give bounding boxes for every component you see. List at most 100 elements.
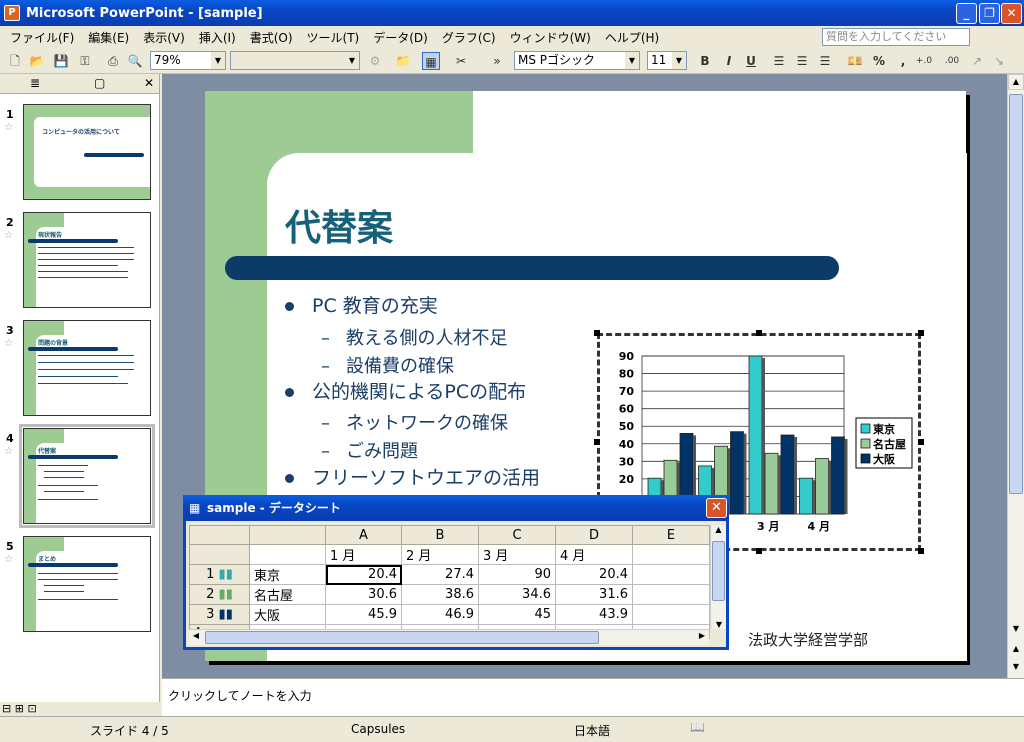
slide-thumbnail-3[interactable]: 問題の背景 bbox=[23, 320, 151, 416]
permission-icon[interactable]: ⚿ bbox=[76, 52, 94, 70]
bullet-2[interactable]: 公的機関によるPCの配布 bbox=[285, 377, 526, 404]
sub-bullet[interactable]: – ネットワークの確保 bbox=[321, 409, 508, 435]
cell[interactable]: 2 月 bbox=[401, 544, 479, 565]
cell[interactable] bbox=[632, 584, 710, 605]
row-header[interactable]: 3 ▮▮ bbox=[189, 604, 250, 625]
slide-title[interactable]: 代替案 bbox=[285, 199, 393, 251]
increase-decimal-button[interactable]: +.0 bbox=[912, 52, 936, 70]
resize-handle[interactable] bbox=[918, 548, 924, 554]
menu-view[interactable]: 表示(V) bbox=[136, 29, 192, 46]
menu-tools[interactable]: ツール(T) bbox=[300, 29, 367, 46]
menu-edit[interactable]: 編集(E) bbox=[81, 29, 136, 46]
cell[interactable] bbox=[632, 564, 710, 585]
align-left-icon[interactable]: ☰ bbox=[770, 52, 788, 70]
scroll-thumb[interactable] bbox=[205, 631, 599, 644]
sub-bullet[interactable]: – 教える側の人材不足 bbox=[321, 324, 507, 350]
cell[interactable]: 90 bbox=[478, 564, 556, 585]
row-header[interactable]: 1 ▮▮ bbox=[189, 564, 250, 585]
cut-icon[interactable]: ✂ bbox=[452, 52, 470, 70]
bullet-3[interactable]: フリーソフトウエアの活用 bbox=[285, 463, 540, 490]
zoom-combo[interactable]: 79% ▼ bbox=[150, 51, 226, 70]
sub-bullet[interactable]: – ごみ問題 bbox=[321, 437, 418, 463]
menu-file[interactable]: ファイル(F) bbox=[0, 29, 81, 46]
vertical-scrollbar[interactable]: ▲ ▼ ▲ ▼ bbox=[1007, 74, 1024, 678]
currency-icon[interactable]: 💴 bbox=[846, 52, 864, 70]
notes-pane[interactable]: クリックしてノートを入力 bbox=[162, 678, 1024, 716]
menu-window[interactable]: ウィンドウ(W) bbox=[503, 29, 598, 46]
resize-handle[interactable] bbox=[918, 439, 924, 445]
cell[interactable]: 30.6 bbox=[325, 584, 402, 605]
align-center-icon[interactable]: ☰ bbox=[793, 52, 811, 70]
comma-button[interactable]: , bbox=[894, 52, 912, 70]
scroll-thumb[interactable] bbox=[1009, 94, 1023, 494]
font-size-combo[interactable]: 11 ▼ bbox=[647, 51, 687, 70]
slide-thumbnail-5[interactable]: まとめ bbox=[23, 536, 151, 632]
underline-button[interactable]: U bbox=[742, 52, 760, 70]
normal-view-icon[interactable]: ⊟ bbox=[2, 702, 11, 715]
corner-cell[interactable] bbox=[189, 525, 250, 545]
sorter-view-icon[interactable]: ⊞ bbox=[15, 702, 24, 715]
cell[interactable]: 名古屋 bbox=[249, 584, 326, 605]
resize-handle[interactable] bbox=[756, 330, 762, 336]
cell[interactable]: 27.4 bbox=[401, 564, 479, 585]
close-button[interactable]: ✕ bbox=[1001, 3, 1022, 24]
align-right-icon[interactable]: ☰ bbox=[816, 52, 834, 70]
save-icon[interactable]: 💾 bbox=[52, 52, 70, 70]
scroll-down-icon[interactable]: ▼ bbox=[711, 620, 727, 629]
scroll-right-icon[interactable]: ▶ bbox=[695, 631, 709, 640]
minimize-button[interactable]: _ bbox=[956, 3, 977, 24]
import-file-icon[interactable]: 📁 bbox=[394, 52, 412, 70]
slides-tab-icon[interactable]: ▢ bbox=[94, 76, 105, 90]
resize-handle[interactable] bbox=[918, 330, 924, 336]
cell[interactable]: 3 月 bbox=[478, 544, 556, 565]
view-datasheet-icon[interactable]: ▦ bbox=[422, 52, 440, 70]
angle-text-icon[interactable]: ↗ bbox=[968, 52, 986, 70]
new-icon[interactable]: 🗋 bbox=[6, 52, 24, 70]
next-slide-icon[interactable]: ▼ bbox=[1008, 660, 1024, 676]
chart-object-icon[interactable]: ⚙ bbox=[366, 52, 384, 70]
datasheet-horizontal-scrollbar[interactable]: ◀ ▶ bbox=[189, 629, 709, 645]
outline-tab-icon[interactable]: ≣ bbox=[30, 76, 40, 90]
slide-thumbnail-4[interactable]: 代替案 bbox=[19, 424, 155, 528]
cell[interactable]: 34.6 bbox=[478, 584, 556, 605]
slideshow-icon[interactable]: ⊡ bbox=[27, 702, 36, 715]
print-preview-icon[interactable]: 🔍 bbox=[126, 52, 144, 70]
cell[interactable] bbox=[632, 544, 710, 565]
cell[interactable]: 45.9 bbox=[325, 604, 402, 625]
column-header[interactable]: C bbox=[478, 525, 556, 545]
cell[interactable] bbox=[249, 544, 326, 565]
open-icon[interactable]: 📂 bbox=[28, 52, 46, 70]
italic-button[interactable]: I bbox=[720, 52, 738, 70]
cell[interactable]: 20.4 bbox=[555, 564, 633, 585]
cell[interactable]: 38.6 bbox=[401, 584, 479, 605]
cell[interactable] bbox=[632, 604, 710, 625]
bullet-1[interactable]: PC 教育の充実 bbox=[285, 291, 438, 318]
menu-help[interactable]: ヘルプ(H) bbox=[598, 29, 666, 46]
menu-data[interactable]: データ(D) bbox=[366, 29, 435, 46]
object-combo[interactable]: ▼ bbox=[230, 51, 360, 70]
menu-insert[interactable]: 挿入(I) bbox=[192, 29, 243, 46]
scroll-down-icon[interactable]: ▼ bbox=[1008, 622, 1024, 638]
previous-slide-icon[interactable]: ▲ bbox=[1008, 642, 1024, 658]
cell[interactable]: 大阪 bbox=[249, 604, 326, 625]
column-header[interactable]: A bbox=[325, 525, 402, 545]
restore-button[interactable]: ❐ bbox=[979, 3, 1000, 24]
menu-format[interactable]: 書式(O) bbox=[243, 29, 300, 46]
cell[interactable]: 43.9 bbox=[555, 604, 633, 625]
resize-handle[interactable] bbox=[594, 330, 600, 336]
bold-button[interactable]: B bbox=[696, 52, 714, 70]
scroll-up-icon[interactable]: ▲ bbox=[1008, 74, 1024, 90]
column-header[interactable]: D bbox=[555, 525, 633, 545]
cell-selected[interactable]: 20.4 bbox=[325, 564, 402, 585]
column-header[interactable]: B bbox=[401, 525, 479, 545]
cell[interactable]: 45 bbox=[478, 604, 556, 625]
print-icon[interactable]: ⎙ bbox=[104, 52, 122, 70]
cell[interactable]: 4 月 bbox=[555, 544, 633, 565]
slide-thumbnail-1[interactable]: コンピュータの活用について bbox=[23, 104, 151, 200]
column-header[interactable] bbox=[249, 525, 326, 545]
close-pane-icon[interactable]: ✕ bbox=[144, 76, 154, 90]
cell[interactable]: 1 月 bbox=[325, 544, 402, 565]
sub-bullet[interactable]: – 設備費の確保 bbox=[321, 352, 454, 378]
scroll-thumb[interactable] bbox=[712, 541, 725, 601]
datasheet-close-button[interactable]: ✕ bbox=[706, 498, 727, 518]
